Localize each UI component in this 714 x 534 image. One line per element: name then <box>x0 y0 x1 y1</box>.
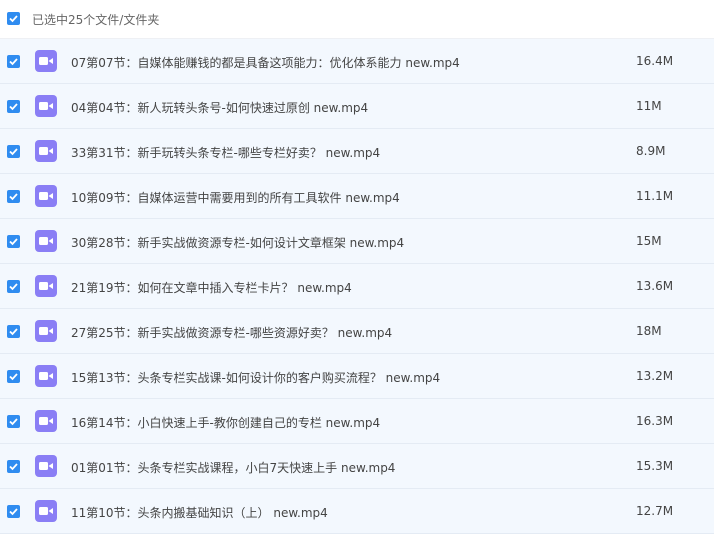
file-size: 13.2M <box>636 369 674 383</box>
file-row[interactable]: 33第31节：新手玩转头条专栏-哪些专栏好卖？ new.mp4 8.9M <box>0 129 714 174</box>
file-name[interactable]: 01第01节：头条专栏实战课程，小白7天快速上手 new.mp4 <box>71 459 395 476</box>
file-row[interactable]: 07第07节：自媒体能赚钱的都是具备这项能力：优化体系能力 new.mp4 16.… <box>0 39 714 84</box>
video-file-icon <box>35 95 57 117</box>
video-file-icon <box>35 455 57 477</box>
video-file-icon <box>35 185 57 207</box>
row-checkbox[interactable] <box>7 370 20 383</box>
file-list: 07第07节：自媒体能赚钱的都是具备这项能力：优化体系能力 new.mp4 16.… <box>0 39 714 534</box>
row-checkbox[interactable] <box>7 325 20 338</box>
file-name[interactable]: 10第09节：自媒体运营中需要用到的所有工具软件 new.mp4 <box>71 189 400 206</box>
file-name[interactable]: 15第13节：头条专栏实战课-如何设计你的客户购买流程？ new.mp4 <box>71 369 440 386</box>
file-row[interactable]: 30第28节：新手实战做资源专栏-如何设计文章框架 new.mp4 15M <box>0 219 714 264</box>
video-file-icon <box>35 410 57 432</box>
select-all-checkbox[interactable] <box>7 12 20 25</box>
file-size: 13.6M <box>636 279 674 293</box>
file-row[interactable]: 04第04节：新人玩转头条号-如何快速过原创 new.mp4 11M <box>0 84 714 129</box>
row-checkbox[interactable] <box>7 100 20 113</box>
file-size: 18M <box>636 324 662 338</box>
video-file-icon <box>35 50 57 72</box>
video-file-icon <box>35 500 57 522</box>
video-file-icon <box>35 230 57 252</box>
file-name[interactable]: 30第28节：新手实战做资源专栏-如何设计文章框架 new.mp4 <box>71 234 404 251</box>
row-checkbox[interactable] <box>7 505 20 518</box>
row-checkbox[interactable] <box>7 460 20 473</box>
file-name[interactable]: 07第07节：自媒体能赚钱的都是具备这项能力：优化体系能力 new.mp4 <box>71 54 460 71</box>
file-size: 11.1M <box>636 189 674 203</box>
file-row[interactable]: 21第19节：如何在文章中插入专栏卡片？ new.mp4 13.6M <box>0 264 714 309</box>
selection-count-label: 已选中25个文件/文件夹 <box>32 13 160 27</box>
row-checkbox[interactable] <box>7 415 20 428</box>
file-row[interactable]: 27第25节：新手实战做资源专栏-哪些资源好卖？ new.mp4 18M <box>0 309 714 354</box>
video-file-icon <box>35 275 57 297</box>
file-size: 15M <box>636 234 662 248</box>
file-name[interactable]: 27第25节：新手实战做资源专栏-哪些资源好卖？ new.mp4 <box>71 324 392 341</box>
row-checkbox[interactable] <box>7 55 20 68</box>
file-name[interactable]: 21第19节：如何在文章中插入专栏卡片？ new.mp4 <box>71 279 352 296</box>
file-name[interactable]: 16第14节：小白快速上手-教你创建自己的专栏 new.mp4 <box>71 414 380 431</box>
file-name[interactable]: 04第04节：新人玩转头条号-如何快速过原创 new.mp4 <box>71 99 368 116</box>
selection-header: 已选中25个文件/文件夹 <box>0 0 714 39</box>
video-file-icon <box>35 320 57 342</box>
file-size: 12.7M <box>636 504 674 518</box>
row-checkbox[interactable] <box>7 190 20 203</box>
video-file-icon <box>35 365 57 387</box>
file-row[interactable]: 15第13节：头条专栏实战课-如何设计你的客户购买流程？ new.mp4 13.2… <box>0 354 714 399</box>
file-row[interactable]: 01第01节：头条专栏实战课程，小白7天快速上手 new.mp4 15.3M <box>0 444 714 489</box>
row-checkbox[interactable] <box>7 235 20 248</box>
file-row[interactable]: 11第10节：头条内搬基础知识（上） new.mp4 12.7M <box>0 489 714 534</box>
row-checkbox[interactable] <box>7 145 20 158</box>
file-size: 16.4M <box>636 54 674 68</box>
file-size: 11M <box>636 99 662 113</box>
file-name[interactable]: 11第10节：头条内搬基础知识（上） new.mp4 <box>71 504 328 521</box>
file-row[interactable]: 10第09节：自媒体运营中需要用到的所有工具软件 new.mp4 11.1M <box>0 174 714 219</box>
file-row[interactable]: 16第14节：小白快速上手-教你创建自己的专栏 new.mp4 16.3M <box>0 399 714 444</box>
file-size: 15.3M <box>636 459 674 473</box>
file-size: 16.3M <box>636 414 674 428</box>
video-file-icon <box>35 140 57 162</box>
file-name[interactable]: 33第31节：新手玩转头条专栏-哪些专栏好卖？ new.mp4 <box>71 144 380 161</box>
row-checkbox[interactable] <box>7 280 20 293</box>
file-size: 8.9M <box>636 144 666 158</box>
